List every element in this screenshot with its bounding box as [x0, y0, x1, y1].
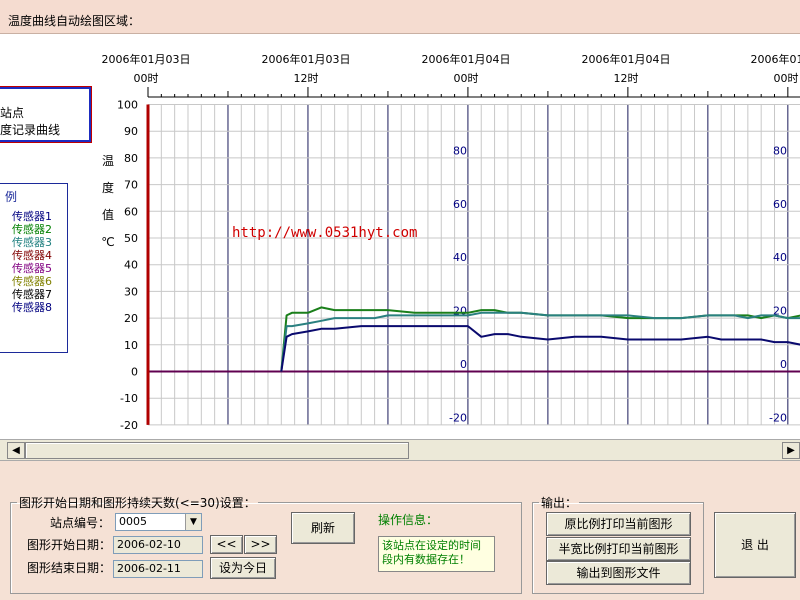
y-axis-title-char: ℃: [101, 235, 114, 249]
station-number-label: 站点编号：: [50, 516, 111, 530]
legend-item-sensor5: 传感器5: [12, 262, 52, 275]
y-tick-label: 20: [124, 312, 138, 325]
station-number-value: 0005: [119, 515, 147, 528]
inner-scale-label: 0: [460, 358, 467, 371]
date-label: 2006年01月04日: [422, 52, 511, 66]
start-date-field[interactable]: 2006-02-10: [113, 536, 203, 554]
inner-scale-label: 60: [453, 198, 467, 211]
y-tick-label: -10: [120, 392, 138, 405]
y-axis-title-char: 温: [102, 154, 114, 168]
operation-info-title: 操作信息：: [378, 513, 439, 527]
set-today-button[interactable]: 设为今日: [210, 557, 276, 579]
end-date-field[interactable]: 2006-02-11: [113, 560, 203, 578]
y-tick-label: -20: [120, 419, 138, 432]
y-tick-label: 50: [124, 232, 138, 245]
legend-item-sensor4: 传感器4: [12, 249, 52, 262]
y-axis-title-char: 度: [102, 180, 114, 195]
station-label: 站点: [0, 106, 25, 120]
print-half-width-button[interactable]: 半宽比例打印当前图形: [546, 537, 691, 561]
legend-item-sensor2: 传感器2: [12, 223, 52, 236]
refresh-button[interactable]: 刷新: [291, 512, 355, 544]
y-axis-title-char: 值: [102, 207, 114, 222]
y-tick-label: 60: [124, 205, 138, 218]
inner-scale-label: -20: [769, 411, 787, 424]
inner-scale-label: 80: [453, 144, 467, 157]
inner-scale-label: 40: [453, 251, 467, 264]
inner-scale-label: -20: [449, 411, 467, 424]
date-label: 2006年01月03日: [262, 52, 351, 66]
legend-title: 例: [5, 190, 18, 204]
legend-item-sensor8: 传感器8: [12, 301, 52, 314]
station-number-select[interactable]: 0005 ▼: [115, 513, 202, 531]
scroll-right-icon[interactable]: ▶: [782, 442, 800, 459]
y-tick-label: 30: [124, 285, 138, 298]
hour-label: 00时: [134, 72, 159, 85]
inner-scale-label: 40: [773, 251, 787, 264]
export-file-button[interactable]: 输出到图形文件: [546, 561, 691, 585]
operation-info-box: 该站点在设定的时间段内有数据存在！: [378, 536, 495, 572]
y-tick-label: 40: [124, 259, 138, 272]
end-date-label: 图形结束日期：: [27, 561, 112, 575]
record-curve-label: 度记录曲线: [0, 123, 61, 137]
scroll-left-icon[interactable]: ◀: [7, 442, 25, 459]
hour-label: 12时: [614, 72, 639, 85]
chart-area: 2006年01月03日 2006年01月03日 2006年01月04日 2006年01…: [0, 34, 800, 439]
date-settings-group-label: 图形开始日期和图形持续天数(<=30)设置：: [19, 496, 256, 510]
y-tick-label: 90: [124, 125, 138, 138]
legend-item-sensor3: 传感器3: [12, 236, 52, 249]
inner-scale-label: 60: [773, 198, 787, 211]
hour-label: 12时: [294, 72, 319, 85]
temperature-chart: 2006年01月03日 2006年01月03日 2006年01月04日 2006年01…: [101, 52, 800, 432]
hour-label: 00时: [454, 72, 479, 85]
plot-area-title: 温度曲线自动绘图区域：: [8, 14, 141, 28]
exit-button[interactable]: 退 出: [714, 512, 796, 578]
date-label: 2006年01月04日: [582, 52, 671, 66]
output-group-label: 输出：: [541, 496, 578, 510]
hour-label: 00时: [774, 72, 799, 85]
date-label: 2006年01月03日: [102, 52, 191, 66]
horizontal-scrollbar[interactable]: ◀ ▶: [0, 439, 800, 461]
series-line-传感器3: [280, 311, 800, 372]
series-line-传感器1: [280, 325, 800, 372]
y-tick-label: 70: [124, 179, 138, 192]
legend-item-sensor1: 传感器1: [12, 210, 52, 223]
scrollbar-thumb[interactable]: [25, 442, 409, 459]
legend-item-sensor7: 传感器7: [12, 288, 52, 301]
station-info-box: 站点 度记录曲线: [0, 86, 92, 143]
sensor-legend: 例 传感器1 传感器2 传感器3 传感器4 传感器5 传感器6 传感器7 传感器…: [0, 183, 68, 353]
watermark-url: http://www.0531hyt.com: [232, 225, 417, 241]
legend-item-sensor6: 传感器6: [12, 275, 52, 288]
chevron-down-icon[interactable]: ▼: [185, 514, 201, 530]
next-day-button[interactable]: >>: [244, 535, 277, 554]
previous-day-button[interactable]: <<: [210, 535, 243, 554]
inner-scale-label: 80: [773, 144, 787, 157]
print-full-scale-button[interactable]: 原比例打印当前图形: [546, 512, 691, 536]
y-tick-label: 100: [117, 99, 138, 112]
y-tick-label: 80: [124, 152, 138, 165]
y-tick-label: 10: [124, 339, 138, 352]
plot-area-title-bar: 温度曲线自动绘图区域：: [0, 0, 800, 34]
date-label: 2006年01月0: [751, 52, 800, 66]
y-tick-label: 0: [131, 366, 138, 379]
start-date-label: 图形开始日期：: [27, 538, 112, 552]
inner-scale-label: 0: [780, 358, 787, 371]
